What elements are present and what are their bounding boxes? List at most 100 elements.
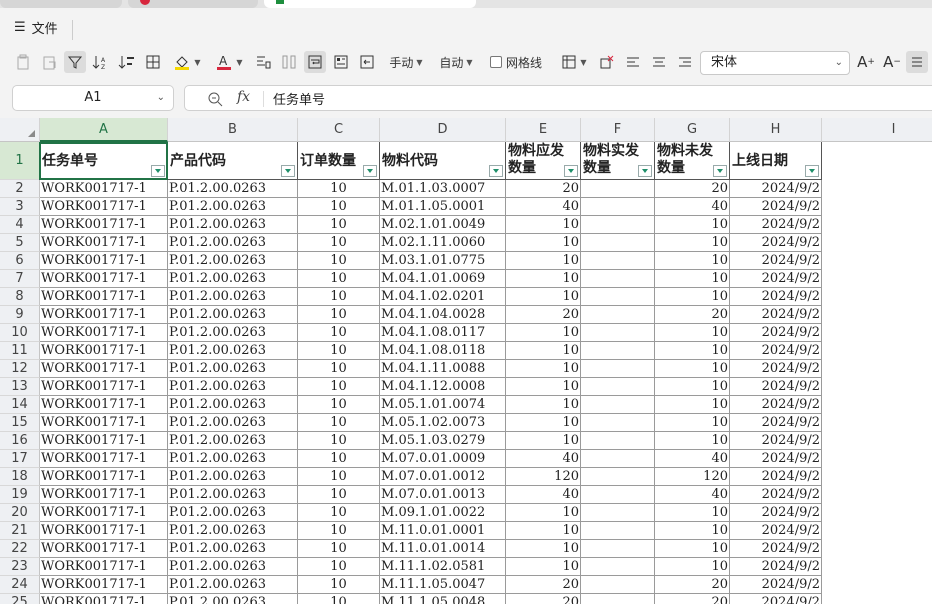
row-header[interactable]: 23	[0, 558, 40, 576]
table-cell[interactable]: M.02.1.11.0060	[380, 234, 506, 252]
gridlines-toggle[interactable]: 网格线	[486, 51, 546, 73]
table-cell[interactable]: 10	[506, 558, 581, 576]
table-cell[interactable]: 2024/9/2	[730, 360, 822, 378]
table-cell[interactable]: 10	[298, 378, 380, 396]
table-cell[interactable]: P.01.2.00.0263	[168, 558, 298, 576]
table-cell[interactable]: P.01.2.00.0263	[168, 450, 298, 468]
table-cell[interactable]: 10	[506, 288, 581, 306]
table-cell[interactable]: 20	[655, 594, 730, 604]
table-cell[interactable]: P.01.2.00.0263	[168, 504, 298, 522]
table-cell[interactable]: P.01.2.00.0263	[168, 540, 298, 558]
table-cell[interactable]	[581, 558, 655, 576]
row-header[interactable]: 5	[0, 234, 40, 252]
fill-color-button[interactable]: ▼	[170, 51, 204, 73]
table-cell[interactable]	[581, 576, 655, 594]
table-cell[interactable]: 40	[655, 198, 730, 216]
table-cell[interactable]: P.01.2.00.0263	[168, 576, 298, 594]
font-color-button[interactable]: A ▼	[212, 51, 246, 73]
row-header[interactable]: 20	[0, 504, 40, 522]
table-cell[interactable]: 20	[506, 594, 581, 604]
clear-format-icon[interactable]	[252, 51, 274, 73]
table-cell[interactable]: 10	[298, 216, 380, 234]
table-cell[interactable]: P.01.2.00.0263	[168, 378, 298, 396]
table-cell[interactable]: 10	[506, 342, 581, 360]
table-cell[interactable]: 10	[298, 450, 380, 468]
table-cell[interactable]: 10	[655, 252, 730, 270]
table-cell[interactable]: 2024/9/2	[730, 540, 822, 558]
table-cell[interactable]: 10	[655, 342, 730, 360]
document-tab[interactable]	[0, 0, 122, 8]
table-cell[interactable]: 10	[655, 216, 730, 234]
table-cell[interactable]	[581, 288, 655, 306]
filter-dropdown-icon[interactable]	[281, 165, 295, 177]
table-cell[interactable]: WORK001717-1	[40, 540, 168, 558]
row-header[interactable]: 2	[0, 180, 40, 198]
header-cell[interactable]: 物料代码	[380, 142, 506, 180]
table-cell[interactable]: 2024/9/2	[730, 306, 822, 324]
row-header[interactable]: 7	[0, 270, 40, 288]
table-cell[interactable]: 10	[298, 522, 380, 540]
delete-cells-icon[interactable]	[596, 51, 618, 73]
header-cell[interactable]: 物料实发 数量	[581, 142, 655, 180]
table-cell[interactable]: P.01.2.00.0263	[168, 252, 298, 270]
column-header-g[interactable]: G	[655, 118, 730, 142]
table-cell[interactable]	[581, 324, 655, 342]
table-cell[interactable]: 10	[298, 270, 380, 288]
table-cell[interactable]: 2024/9/2	[730, 468, 822, 486]
select-all-corner[interactable]	[0, 118, 40, 142]
table-cell[interactable]: 10	[655, 234, 730, 252]
spreadsheet-grid[interactable]: A B C D E F G H I 1 任务单号 产品代码 订单数量 物料代码 物料应发 数量 物料实发 数量…	[0, 118, 932, 604]
table-cell[interactable]: 2024/9/2	[730, 558, 822, 576]
manual-dropdown[interactable]: 手动 ▼	[384, 51, 428, 73]
table-cell[interactable]: M.07.0.01.0013	[380, 486, 506, 504]
table-cell[interactable]	[581, 522, 655, 540]
table-cell[interactable]: 120	[506, 468, 581, 486]
table-cell[interactable]: 2024/9/2	[730, 324, 822, 342]
table-cell[interactable]: 10	[506, 540, 581, 558]
table-cell[interactable]: P.01.2.00.0263	[168, 234, 298, 252]
function-icon[interactable]: fx	[237, 89, 250, 105]
table-cell[interactable]: P.01.2.00.0263	[168, 468, 298, 486]
row-header[interactable]: 21	[0, 522, 40, 540]
table-cell[interactable]: 10	[298, 306, 380, 324]
table-cell[interactable]: M.07.0.01.0012	[380, 468, 506, 486]
table-cell[interactable]: WORK001717-1	[40, 342, 168, 360]
row-header[interactable]: 6	[0, 252, 40, 270]
document-tab-active[interactable]	[264, 0, 476, 8]
table-cell[interactable]: M.04.1.11.0088	[380, 360, 506, 378]
table-cell[interactable]: 10	[655, 360, 730, 378]
merge-cells-icon[interactable]	[278, 51, 300, 73]
column-header-f[interactable]: F	[581, 118, 655, 142]
table-cell[interactable]: 10	[655, 522, 730, 540]
table-cell[interactable]: P.01.2.00.0263	[168, 180, 298, 198]
table-cell[interactable]: 10	[298, 252, 380, 270]
table-cell[interactable]: 2024/9/2	[730, 450, 822, 468]
table-cell[interactable]: 10	[298, 504, 380, 522]
table-cell[interactable]	[581, 540, 655, 558]
table-cell[interactable]: 10	[298, 540, 380, 558]
table-cell[interactable]: P.01.2.00.0263	[168, 270, 298, 288]
table-cell[interactable]: 40	[506, 486, 581, 504]
align-center-icon[interactable]	[648, 51, 670, 73]
table-cell[interactable]: M.04.1.02.0201	[380, 288, 506, 306]
table-cell[interactable]: 2024/9/2	[730, 576, 822, 594]
table-cell[interactable]: P.01.2.00.0263	[168, 522, 298, 540]
table-cell[interactable]: 2024/9/2	[730, 216, 822, 234]
table-cell[interactable]: 10	[655, 396, 730, 414]
table-cell[interactable]: 10	[506, 432, 581, 450]
table-cell[interactable]	[581, 414, 655, 432]
table-cell[interactable]: 2024/9/2	[730, 252, 822, 270]
align-justify-icon[interactable]	[906, 51, 928, 73]
table-cell[interactable]: 40	[506, 450, 581, 468]
gridlines-checkbox[interactable]	[489, 56, 502, 68]
table-cell[interactable]: M.05.1.03.0279	[380, 432, 506, 450]
table-cell[interactable]: WORK001717-1	[40, 396, 168, 414]
row-header[interactable]: 1	[0, 142, 40, 180]
header-cell[interactable]: 物料未发 数量	[655, 142, 730, 180]
table-cell[interactable]: 10	[655, 558, 730, 576]
table-cell[interactable]: 10	[506, 234, 581, 252]
table-cell[interactable]: WORK001717-1	[40, 198, 168, 216]
font-family-select[interactable]: 宋体 ⌄	[700, 51, 850, 75]
row-header[interactable]: 19	[0, 486, 40, 504]
table-cell[interactable]: 2024/9/2	[730, 396, 822, 414]
